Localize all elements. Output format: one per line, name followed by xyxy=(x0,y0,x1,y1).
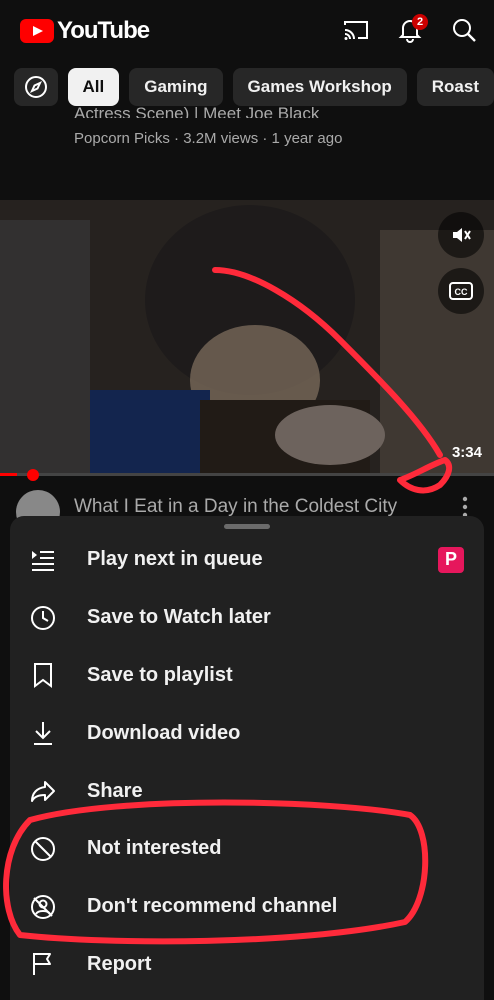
muted-speaker-icon xyxy=(453,228,471,242)
menu-label: Save to playlist xyxy=(87,663,233,686)
notification-badge: 2 xyxy=(412,14,428,30)
block-icon xyxy=(30,836,56,862)
menu-item-watch-later[interactable]: Save to Watch later xyxy=(10,589,484,647)
menu-item-report[interactable]: Report xyxy=(10,936,484,994)
menu-item-share[interactable]: Share xyxy=(10,762,484,820)
captions-button[interactable]: CC xyxy=(438,268,484,314)
premium-badge: P xyxy=(438,546,464,573)
chip-gaming[interactable]: Gaming xyxy=(129,68,223,106)
menu-item-save-playlist[interactable]: Save to playlist xyxy=(10,647,484,705)
sheet-drag-handle[interactable] xyxy=(224,524,270,529)
menu-label: Report xyxy=(87,952,152,975)
bookmark-icon xyxy=(30,662,56,689)
search-icon[interactable] xyxy=(448,14,480,46)
channel-block-icon xyxy=(30,894,56,920)
explore-chip[interactable] xyxy=(14,68,58,106)
menu-label: Download video xyxy=(87,721,241,744)
menu-item-download[interactable]: Download video xyxy=(10,704,484,762)
svg-text:CC: CC xyxy=(455,287,468,297)
playback-progress[interactable] xyxy=(0,473,494,476)
menu-label: Play next in queue xyxy=(87,548,263,571)
youtube-logo[interactable]: YouTube xyxy=(20,17,150,45)
actions-menu: Play next in queue P Save to Watch later… xyxy=(10,531,484,993)
previous-video-title[interactable]: Actress Scene) | Meet Joe Black xyxy=(74,104,319,118)
chip-roast[interactable]: Roast xyxy=(416,68,494,106)
more-actions-sheet: Play next in queue P Save to Watch later… xyxy=(10,516,484,1000)
top-app-bar: YouTube 2 xyxy=(0,0,494,62)
filter-chips: All Gaming Games Workshop Roast xyxy=(0,68,494,108)
chip-all[interactable]: All xyxy=(67,68,120,106)
flag-icon xyxy=(30,951,56,977)
compass-icon xyxy=(24,76,47,98)
menu-label: Share xyxy=(87,779,143,802)
clock-icon xyxy=(30,605,56,631)
logo-text: YouTube xyxy=(57,17,150,44)
video-thumbnail[interactable]: CC xyxy=(0,200,494,475)
queue-next-icon xyxy=(30,547,56,573)
video-title[interactable]: What I Eat in a Day in the Coldest City xyxy=(74,496,397,518)
menu-item-dont-recommend-channel[interactable]: Don't recommend channel xyxy=(10,878,484,936)
download-icon xyxy=(30,720,56,746)
notifications-button[interactable]: 2 xyxy=(394,14,428,46)
menu-item-play-next[interactable]: Play next in queue P xyxy=(10,531,484,589)
share-icon xyxy=(30,778,56,804)
video-duration: 3:34 xyxy=(451,444,482,461)
cast-icon[interactable] xyxy=(340,14,372,46)
menu-label: Not interested xyxy=(87,837,222,860)
previous-video-meta: Popcorn Picks · 3.2M views · 1 year ago xyxy=(74,130,343,147)
mute-button[interactable] xyxy=(438,212,484,258)
menu-label: Don't recommend channel xyxy=(87,895,338,918)
youtube-play-icon xyxy=(20,19,54,43)
menu-label: Save to Watch later xyxy=(87,606,271,629)
progress-scrubber[interactable] xyxy=(27,469,40,481)
chip-games-workshop[interactable]: Games Workshop xyxy=(232,68,407,106)
menu-item-not-interested[interactable]: Not interested xyxy=(10,820,484,878)
cc-icon: CC xyxy=(449,282,473,300)
